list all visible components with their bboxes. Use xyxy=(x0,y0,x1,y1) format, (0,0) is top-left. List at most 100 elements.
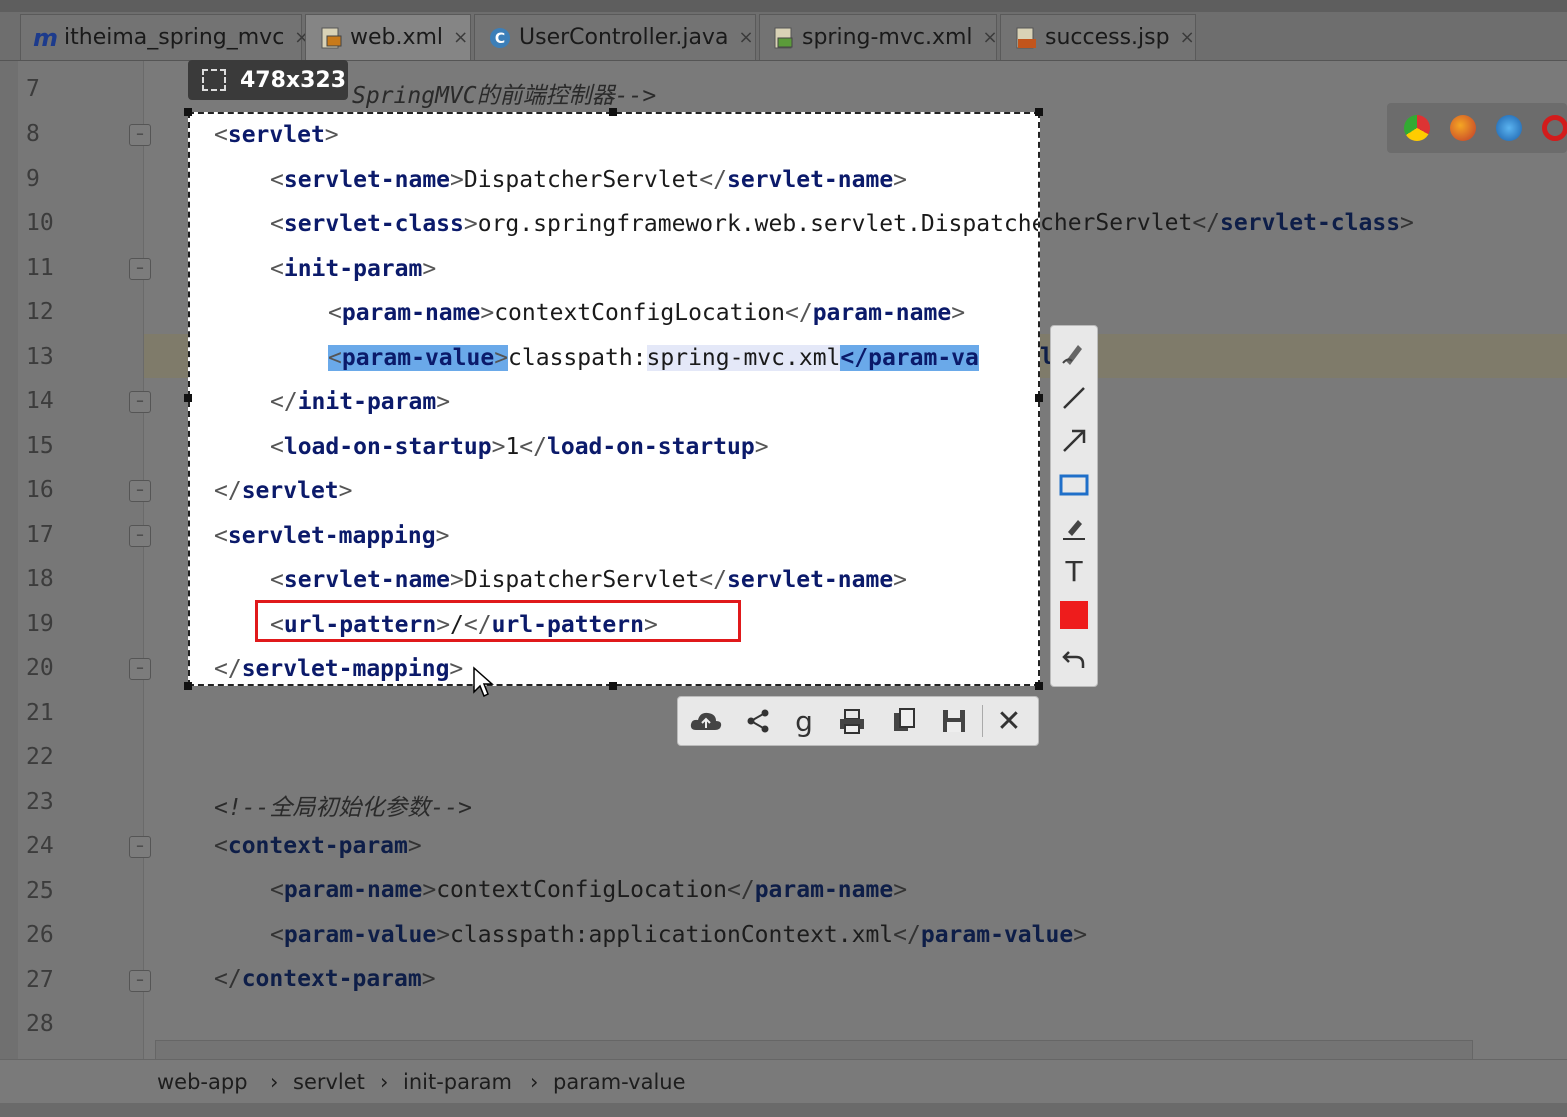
firefox-icon[interactable] xyxy=(1450,115,1476,141)
close-icon[interactable]: × xyxy=(983,27,998,48)
tag-name: servlet-mapping xyxy=(227,523,436,549)
rectangle-icon[interactable] xyxy=(1057,468,1091,502)
resize-handle[interactable] xyxy=(184,108,192,116)
line-number: 18 xyxy=(26,566,54,592)
undo-icon[interactable] xyxy=(1057,642,1091,676)
code-line-20: </servlet-mapping> xyxy=(214,656,464,682)
code-line-23: <!--全局初始化参数--> xyxy=(214,788,472,822)
resize-handle[interactable] xyxy=(1035,108,1043,116)
share-icon[interactable] xyxy=(740,704,776,738)
tab-label: itheima_spring_mvc xyxy=(64,25,285,50)
marker-icon[interactable] xyxy=(1057,511,1091,545)
line-number: 14 xyxy=(26,388,54,414)
print-icon[interactable] xyxy=(834,704,870,738)
breadcrumb-item[interactable]: web-app xyxy=(157,1070,248,1094)
tab-itheima-spring-mvc[interactable]: m itheima_spring_mvc × xyxy=(20,14,309,60)
fold-marker[interactable]: − xyxy=(129,480,151,502)
title-strip xyxy=(0,0,1567,12)
tag-name: param-name xyxy=(812,300,952,326)
fold-marker[interactable]: − xyxy=(129,525,151,547)
resize-handle[interactable] xyxy=(609,108,617,116)
jsp-file-icon xyxy=(1013,25,1039,51)
code-line-15: <load-on-startup>1</load-on-startup> xyxy=(270,434,769,460)
code-line-14: </init-param> xyxy=(270,389,451,415)
copy-icon[interactable] xyxy=(886,704,922,738)
line-number: 27 xyxy=(26,967,54,993)
breadcrumb-separator: › xyxy=(270,1070,279,1094)
code-line-24: <context-param> xyxy=(214,833,422,859)
line-icon[interactable] xyxy=(1057,381,1091,415)
comment-text: 的前端控制器--> xyxy=(476,83,657,109)
code-line-10: <servlet-class>org.springframework.web.s… xyxy=(270,211,1038,237)
red-annotation-rectangle xyxy=(255,600,741,642)
save-icon[interactable] xyxy=(936,704,972,738)
color-swatch[interactable] xyxy=(1057,598,1091,632)
tag-name: servlet-name xyxy=(727,167,894,193)
line-number: 8 xyxy=(26,121,40,147)
breadcrumb-item[interactable]: param-value xyxy=(553,1070,686,1094)
crop-icon xyxy=(202,69,226,91)
pen-icon[interactable] xyxy=(1057,336,1091,370)
tab-user-controller[interactable]: C UserController.java × xyxy=(474,14,756,60)
resize-handle[interactable] xyxy=(184,682,192,690)
safari-icon[interactable] xyxy=(1496,115,1522,141)
line-number: 25 xyxy=(26,878,54,904)
code-text: classpath:applicationContext.xml xyxy=(450,922,894,948)
tab-label: UserController.java xyxy=(519,25,729,50)
resize-handle[interactable] xyxy=(609,682,617,690)
tag-name: servlet-class xyxy=(283,211,464,237)
fold-marker[interactable]: − xyxy=(129,970,151,992)
breadcrumb-item[interactable]: init-param xyxy=(403,1070,512,1094)
line-number: 17 xyxy=(26,522,54,548)
arrow-icon[interactable] xyxy=(1057,424,1091,458)
fold-marker[interactable]: − xyxy=(129,391,151,413)
tab-success-jsp[interactable]: success.jsp × xyxy=(1000,14,1196,60)
tag-name: servlet-name xyxy=(283,567,451,593)
code-line-17: <servlet-mapping> xyxy=(214,523,450,549)
close-icon[interactable]: ✕ xyxy=(991,704,1027,739)
chrome-icon[interactable] xyxy=(1404,115,1430,141)
code-text: cherServlet xyxy=(1040,210,1193,236)
resize-handle[interactable] xyxy=(184,394,192,402)
line-number: 19 xyxy=(26,611,54,637)
tab-spring-mvc-xml[interactable]: spring-mvc.xml × xyxy=(759,14,998,60)
tag-name: load-on-startup xyxy=(547,434,755,460)
line-number: 22 xyxy=(26,744,54,770)
tag-name: </param-va xyxy=(840,345,979,371)
status-bar xyxy=(0,1103,1567,1117)
line-number: 15 xyxy=(26,433,54,459)
horizontal-scroll-area[interactable] xyxy=(155,1040,1473,1061)
cloud-upload-icon[interactable] xyxy=(688,704,724,738)
tab-label: web.xml xyxy=(350,25,444,50)
resize-handle[interactable] xyxy=(1035,682,1043,690)
tag-name: init-param xyxy=(297,389,437,415)
google-icon[interactable]: g xyxy=(786,704,822,738)
tab-web-xml[interactable]: web.xml × xyxy=(305,14,471,60)
text-icon[interactable]: T xyxy=(1057,554,1091,588)
tab-label: success.jsp xyxy=(1045,25,1170,50)
breadcrumb-separator: › xyxy=(530,1070,539,1094)
selection-size-label: 478x323 xyxy=(188,60,348,100)
code-line-9: <servlet-name>DispatcherServlet</servlet… xyxy=(270,167,908,193)
code-line-7: SpringMVC的前端控制器--> xyxy=(352,76,656,110)
code-text: DispatcherServlet xyxy=(463,167,700,193)
fold-marker[interactable]: − xyxy=(129,124,151,146)
annotation-toolbar: T xyxy=(1050,325,1098,687)
line-number: 21 xyxy=(26,700,54,726)
close-icon[interactable]: × xyxy=(453,27,468,48)
line-number: 20 xyxy=(26,655,54,681)
code-text: spring-mvc.xml xyxy=(646,345,841,371)
tag-name: servlet xyxy=(227,122,325,148)
comment-text: SpringMVC xyxy=(352,83,477,109)
close-icon[interactable]: × xyxy=(1180,27,1195,48)
tab-label: spring-mvc.xml xyxy=(802,25,973,50)
fold-marker[interactable]: − xyxy=(129,836,151,858)
left-tool-strip xyxy=(0,61,18,1059)
line-number: 13 xyxy=(26,344,54,370)
resize-handle[interactable] xyxy=(1035,394,1043,402)
opera-icon[interactable] xyxy=(1542,115,1567,141)
fold-marker[interactable]: − xyxy=(129,658,151,680)
close-icon[interactable]: × xyxy=(738,27,753,48)
breadcrumb-item[interactable]: servlet xyxy=(293,1070,365,1094)
fold-marker[interactable]: − xyxy=(129,258,151,280)
